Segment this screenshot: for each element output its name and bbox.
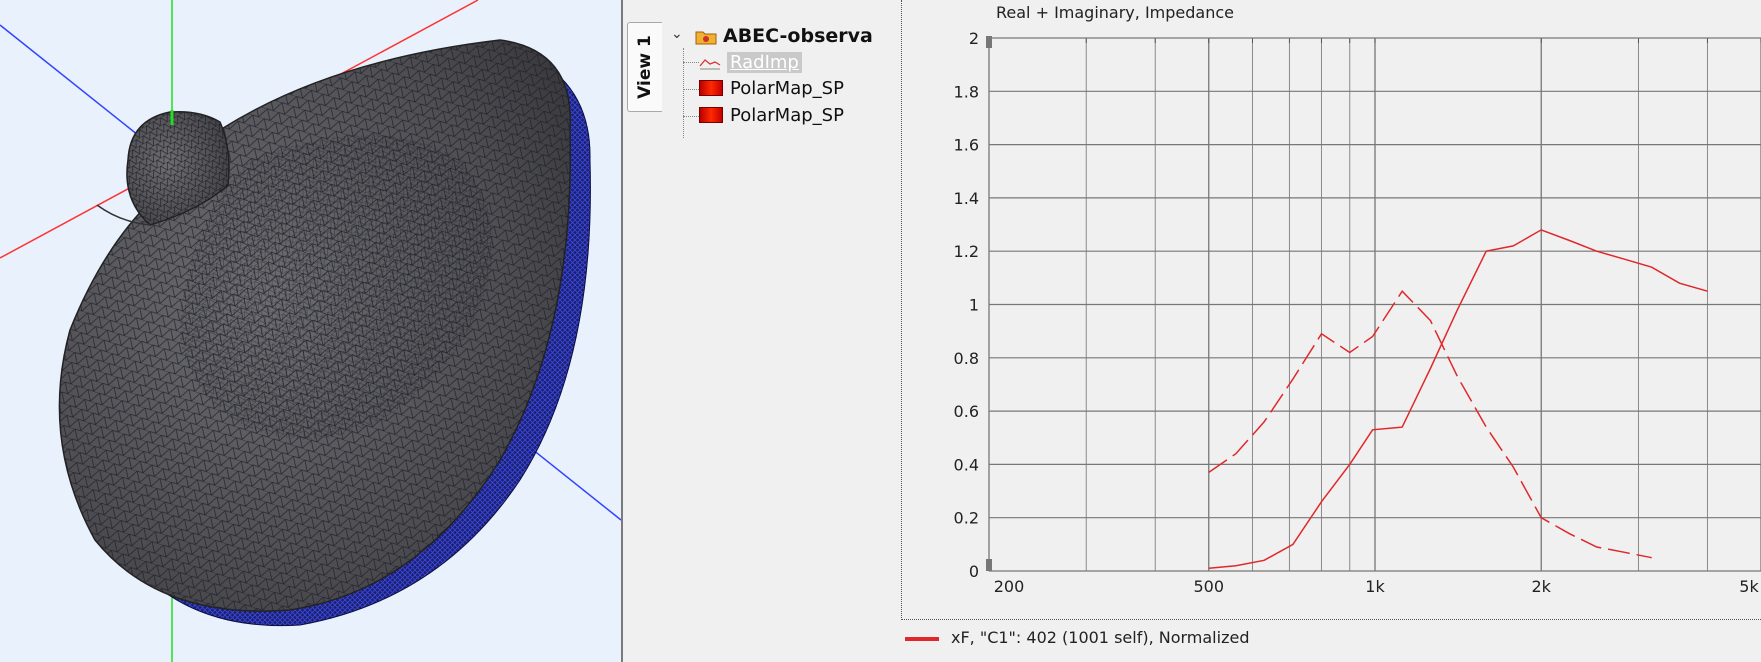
project-tree-panel: View 1 ⌄ ABEC-observa RadImp PolarMap_SP… xyxy=(623,0,901,662)
line-graph-icon xyxy=(699,59,721,70)
y-tick-label: 0.6 xyxy=(954,402,979,421)
view-1-tab[interactable]: View 1 xyxy=(627,22,662,112)
y-tick-label: 0.8 xyxy=(954,349,979,368)
y-tick-label: 1.2 xyxy=(954,242,979,261)
impedance-chart[interactable]: 0 0.2 0.4 0.6 0.8 1 1.2 1.4 1.6 1.8 2 200 500 1k 2k 5k R… xyxy=(901,0,1761,620)
chart-panel: 0 0.2 0.4 0.6 0.8 1 1.2 1.4 1.6 1.8 2 200 500 1k 2k 5k R… xyxy=(901,0,1761,662)
y-axis-bottom-handle xyxy=(986,559,992,571)
x-tick-label: 500 xyxy=(1193,577,1224,596)
folder-icon xyxy=(695,31,717,45)
legend-swatch xyxy=(905,636,939,641)
tree-root-node[interactable]: ABEC-observa xyxy=(723,25,873,47)
polar-map-icon xyxy=(699,107,723,123)
tree-root-label: ABEC-observa xyxy=(723,25,873,47)
polar-map-icon xyxy=(699,80,723,96)
chevron-down-icon[interactable]: ⌄ xyxy=(671,26,683,42)
legend-entry-label: xF, "C1": 402 (1001 self), Normalized xyxy=(951,628,1250,647)
y-axis-top-handle xyxy=(986,36,992,48)
x-tick-label: 2k xyxy=(1532,577,1552,596)
x-tick-label: 5k xyxy=(1739,577,1759,596)
y-tick-label: 2 xyxy=(969,29,979,48)
y-tick-label: 1.8 xyxy=(954,82,979,101)
view-tab-label: View 1 xyxy=(635,35,655,99)
chart-title: Real + Imaginary, Impedance xyxy=(996,3,1234,22)
y-tick-label: 0.4 xyxy=(954,455,979,474)
y-tick-label: 1.6 xyxy=(954,136,979,155)
tree-item-polarmap-2[interactable]: PolarMap_SP xyxy=(730,105,844,126)
mesh-3d-render xyxy=(0,0,621,662)
tree-item-label: PolarMap_SP xyxy=(730,105,844,126)
chart-legend: xF, "C1": 402 (1001 self), Normalized xyxy=(903,628,1249,647)
tree-item-polarmap-1[interactable]: PolarMap_SP xyxy=(730,78,844,99)
tree-item-label: RadImp xyxy=(727,52,802,73)
y-tick-label: 0.2 xyxy=(954,509,979,528)
x-tick-label: 200 xyxy=(994,577,1025,596)
y-tick-label: 1.4 xyxy=(954,189,979,208)
mesh-3d-viewport[interactable] xyxy=(0,0,621,662)
tree-item-label: PolarMap_SP xyxy=(730,78,844,99)
y-tick-label: 1 xyxy=(969,296,979,315)
y-tick-label: 0 xyxy=(969,562,979,581)
x-tick-label: 1k xyxy=(1365,577,1385,596)
tree-item-radimp[interactable]: RadImp xyxy=(727,52,802,73)
